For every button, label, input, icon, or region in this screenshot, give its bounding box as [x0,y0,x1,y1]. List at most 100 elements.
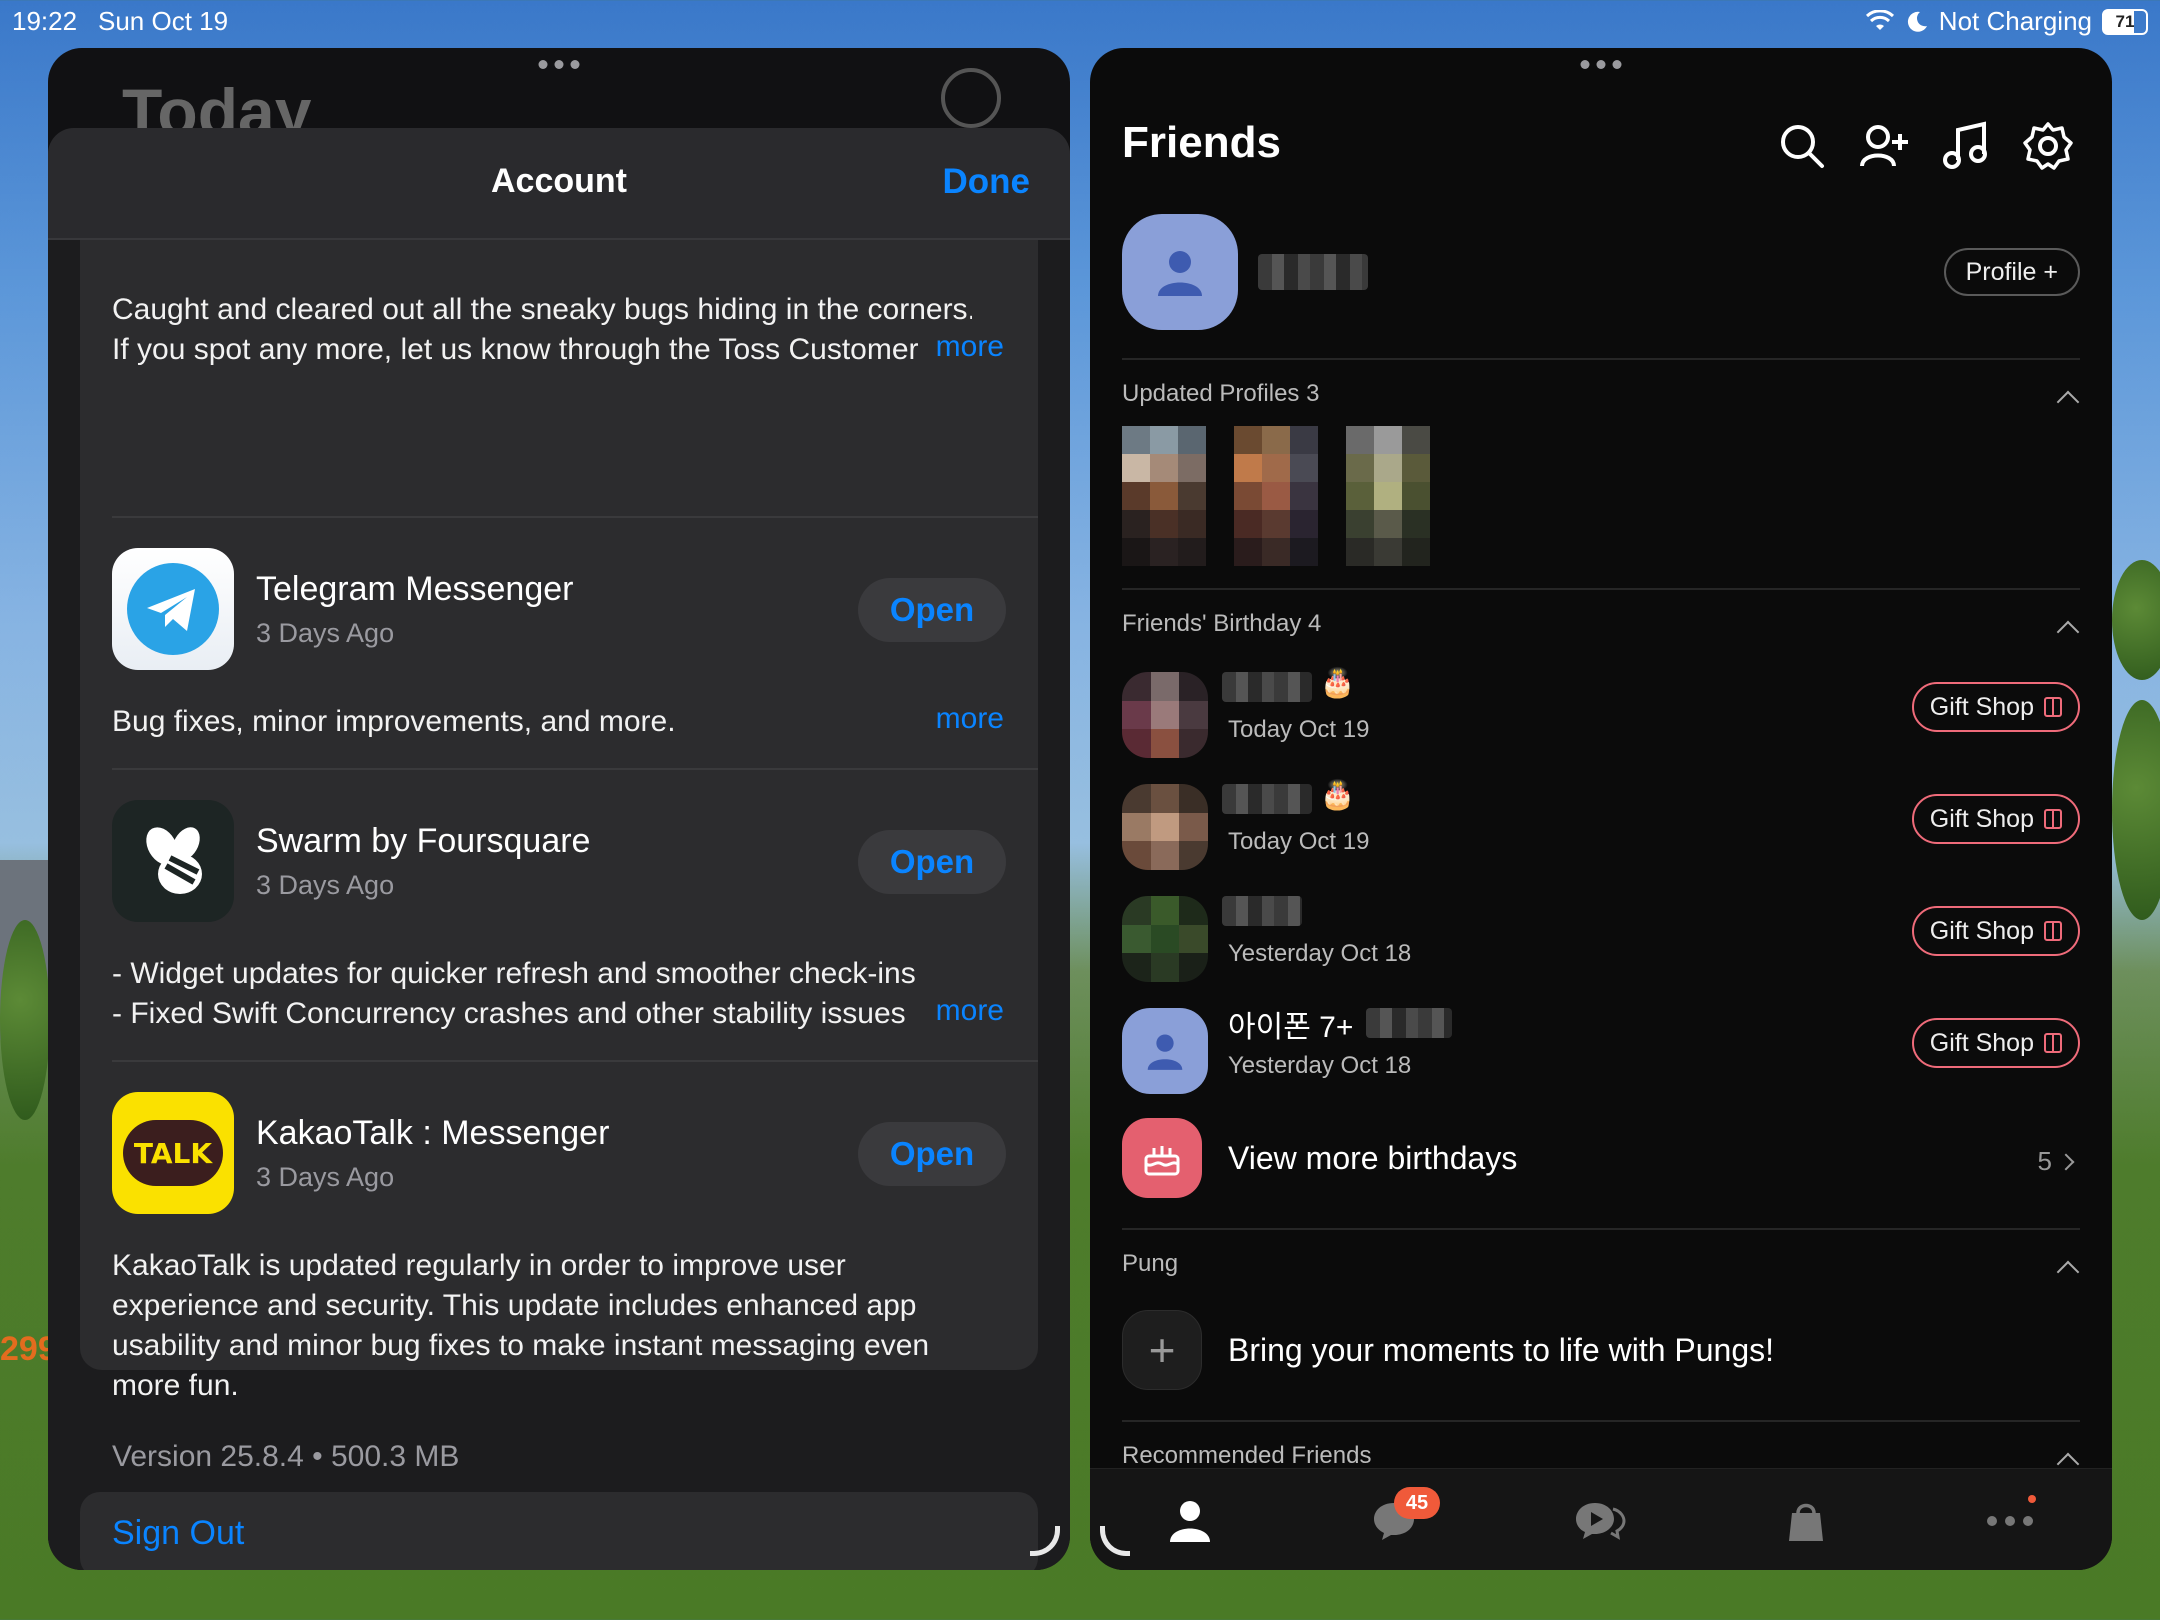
gift-shop-button[interactable]: Gift Shop [1911,682,2080,732]
friend-avatar [1122,896,1208,982]
release-notes: KakaoTalk is updated regularly in order … [112,1249,930,1402]
window-menu-dots[interactable] [538,60,580,69]
more-link[interactable]: more [921,702,1004,736]
chevron-right-icon [2057,1153,2075,1170]
done-button[interactable]: Done [943,162,1031,202]
wifi-icon [1865,9,1894,30]
notification-dot [2028,1495,2036,1503]
collapse-chevron-icon[interactable] [2056,620,2080,644]
collapse-chevron-icon[interactable] [2056,390,2080,414]
status-time: 19:22 [12,6,78,36]
view-more-count: 5 [2038,1146,2075,1177]
battery-icon: 71 [2102,8,2148,35]
gift-icon [2044,921,2062,941]
my-profile-avatar[interactable] [1122,214,1238,330]
app-name: Telegram Messenger [256,570,574,608]
more-link[interactable]: more [921,330,1004,364]
open-button[interactable]: Open [858,830,1006,894]
birthday-cake-icon: 🎂 [1320,779,1355,810]
wallpaper-tree [0,920,50,1120]
status-date: Sun Oct 19 [98,6,229,36]
status-bar: 19:22 Sun Oct 19 Not Charging 71 [0,0,2160,40]
app-name: KakaoTalk : Messenger [256,1114,610,1152]
divider [1122,588,2080,590]
profile-plus-button[interactable]: Profile + [1943,248,2080,296]
section-updated-profiles: Updated Profiles 3 [1122,380,1320,407]
updated-profile-thumbnail[interactable] [1234,426,1318,566]
app-update-date: 3 Days Ago [256,1162,395,1192]
appstore-window: Today Caught and cleared out all the sne… [48,48,1070,1570]
background-account-avatar [941,68,1001,128]
person-icon [1158,251,1202,296]
divider [112,768,1038,770]
tab-more[interactable] [1980,1493,2040,1549]
sheet-header: Account Done [48,128,1070,240]
wallpaper-tree [2112,560,2160,680]
birthday-friend-row[interactable]: 아이폰 7+ Yesterday Oct 18 Gift Shop [1090,996,2112,1108]
shopping-bag-icon [1789,1503,1823,1541]
wallpaper-tree [2112,700,2160,920]
sign-out-button[interactable]: Sign Out [80,1492,1038,1570]
gift-icon [2044,1033,2062,1053]
birthday-friend-row[interactable]: 🎂 Today Oct 19 Gift Shop [1090,772,2112,884]
birthday-date: Yesterday Oct 18 [1228,940,1412,967]
window-menu-dots[interactable] [1580,60,1622,69]
friend-name [1222,672,1312,702]
birthday-date: Today Oct 19 [1228,716,1370,743]
add-friend-icon[interactable] [1858,120,1910,172]
collapse-chevron-icon[interactable] [2056,1260,2080,1284]
open-chat-icon [1576,1503,1626,1540]
tab-chats[interactable]: 45 [1364,1487,1440,1549]
add-pung-button[interactable]: + [1122,1310,1202,1390]
gift-shop-button[interactable]: Gift Shop [1911,794,2080,844]
tab-shopping[interactable] [1776,1493,1836,1549]
birthday-friend-row[interactable]: 🎂 Today Oct 19 Gift Shop [1090,660,2112,772]
music-icon[interactable] [1940,120,1992,172]
search-icon[interactable] [1776,120,1828,172]
friend-avatar [1122,672,1208,758]
gift-shop-button[interactable]: Gift Shop [1911,1018,2080,1068]
sign-out-label: Sign Out [112,1514,245,1552]
gift-icon [2044,697,2062,717]
tab-openchat[interactable] [1570,1493,1630,1549]
open-button[interactable]: Open [858,1122,1006,1186]
birthday-friend-row[interactable]: Yesterday Oct 18 Gift Shop [1090,884,2112,996]
friend-name: 아이폰 7+ [1228,1011,1354,1044]
charging-status: Not Charging [1938,6,2092,36]
view-more-label: View more birthdays [1228,1140,1518,1176]
telegram-app-icon[interactable] [112,548,234,670]
section-recommended-friends: Recommended Friends [1122,1442,1372,1469]
more-link[interactable]: more [921,994,1004,1028]
birthday-date: Yesterday Oct 18 [1228,1052,1412,1079]
sheet-title: Account [491,162,627,200]
moon-icon [1907,11,1927,32]
release-notes: Caught and cleared out all the sneaky bu… [112,293,972,366]
section-pung: Pung [1122,1250,1179,1277]
kakaotalk-window: Friends Profile + Updated Profiles 3 Fri… [1090,48,2112,1570]
pung-prompt[interactable]: Bring your moments to life with Pungs! [1228,1332,1774,1369]
my-profile-name [1258,254,1368,290]
unread-badge: 45 [1394,1487,1440,1519]
settings-gear-icon[interactable] [2022,120,2074,172]
birthday-date: Today Oct 19 [1228,828,1370,855]
swarm-app-icon[interactable] [112,800,234,922]
version-info: Version 25.8.4 • 500.3 MB [112,1440,460,1473]
friend-avatar [1122,784,1208,870]
open-button[interactable]: Open [858,578,1006,642]
account-sheet: Caught and cleared out all the sneaky bu… [48,128,1070,1570]
tab-friends[interactable] [1160,1493,1220,1549]
more-dots-icon [1987,1516,2033,1526]
page-title: Friends [1122,118,1281,167]
cake-icon [1122,1118,1202,1198]
updated-profile-thumbnail[interactable] [1122,426,1206,566]
release-notes: - Widget updates for quicker refresh and… [112,957,916,1030]
updated-profile-thumbnail[interactable] [1346,426,1430,566]
talk-bubble-icon: TALK [123,1120,223,1186]
friend-name [1222,784,1312,814]
friend-name-blurred [1366,1008,1452,1038]
divider [1122,358,2080,360]
kakaotalk-app-icon[interactable]: TALK [112,1092,234,1214]
gift-shop-button[interactable]: Gift Shop [1911,906,2080,956]
section-birthdays: Friends' Birthday 4 [1122,610,1322,637]
updates-card: Caught and cleared out all the sneaky bu… [80,240,1038,1473]
